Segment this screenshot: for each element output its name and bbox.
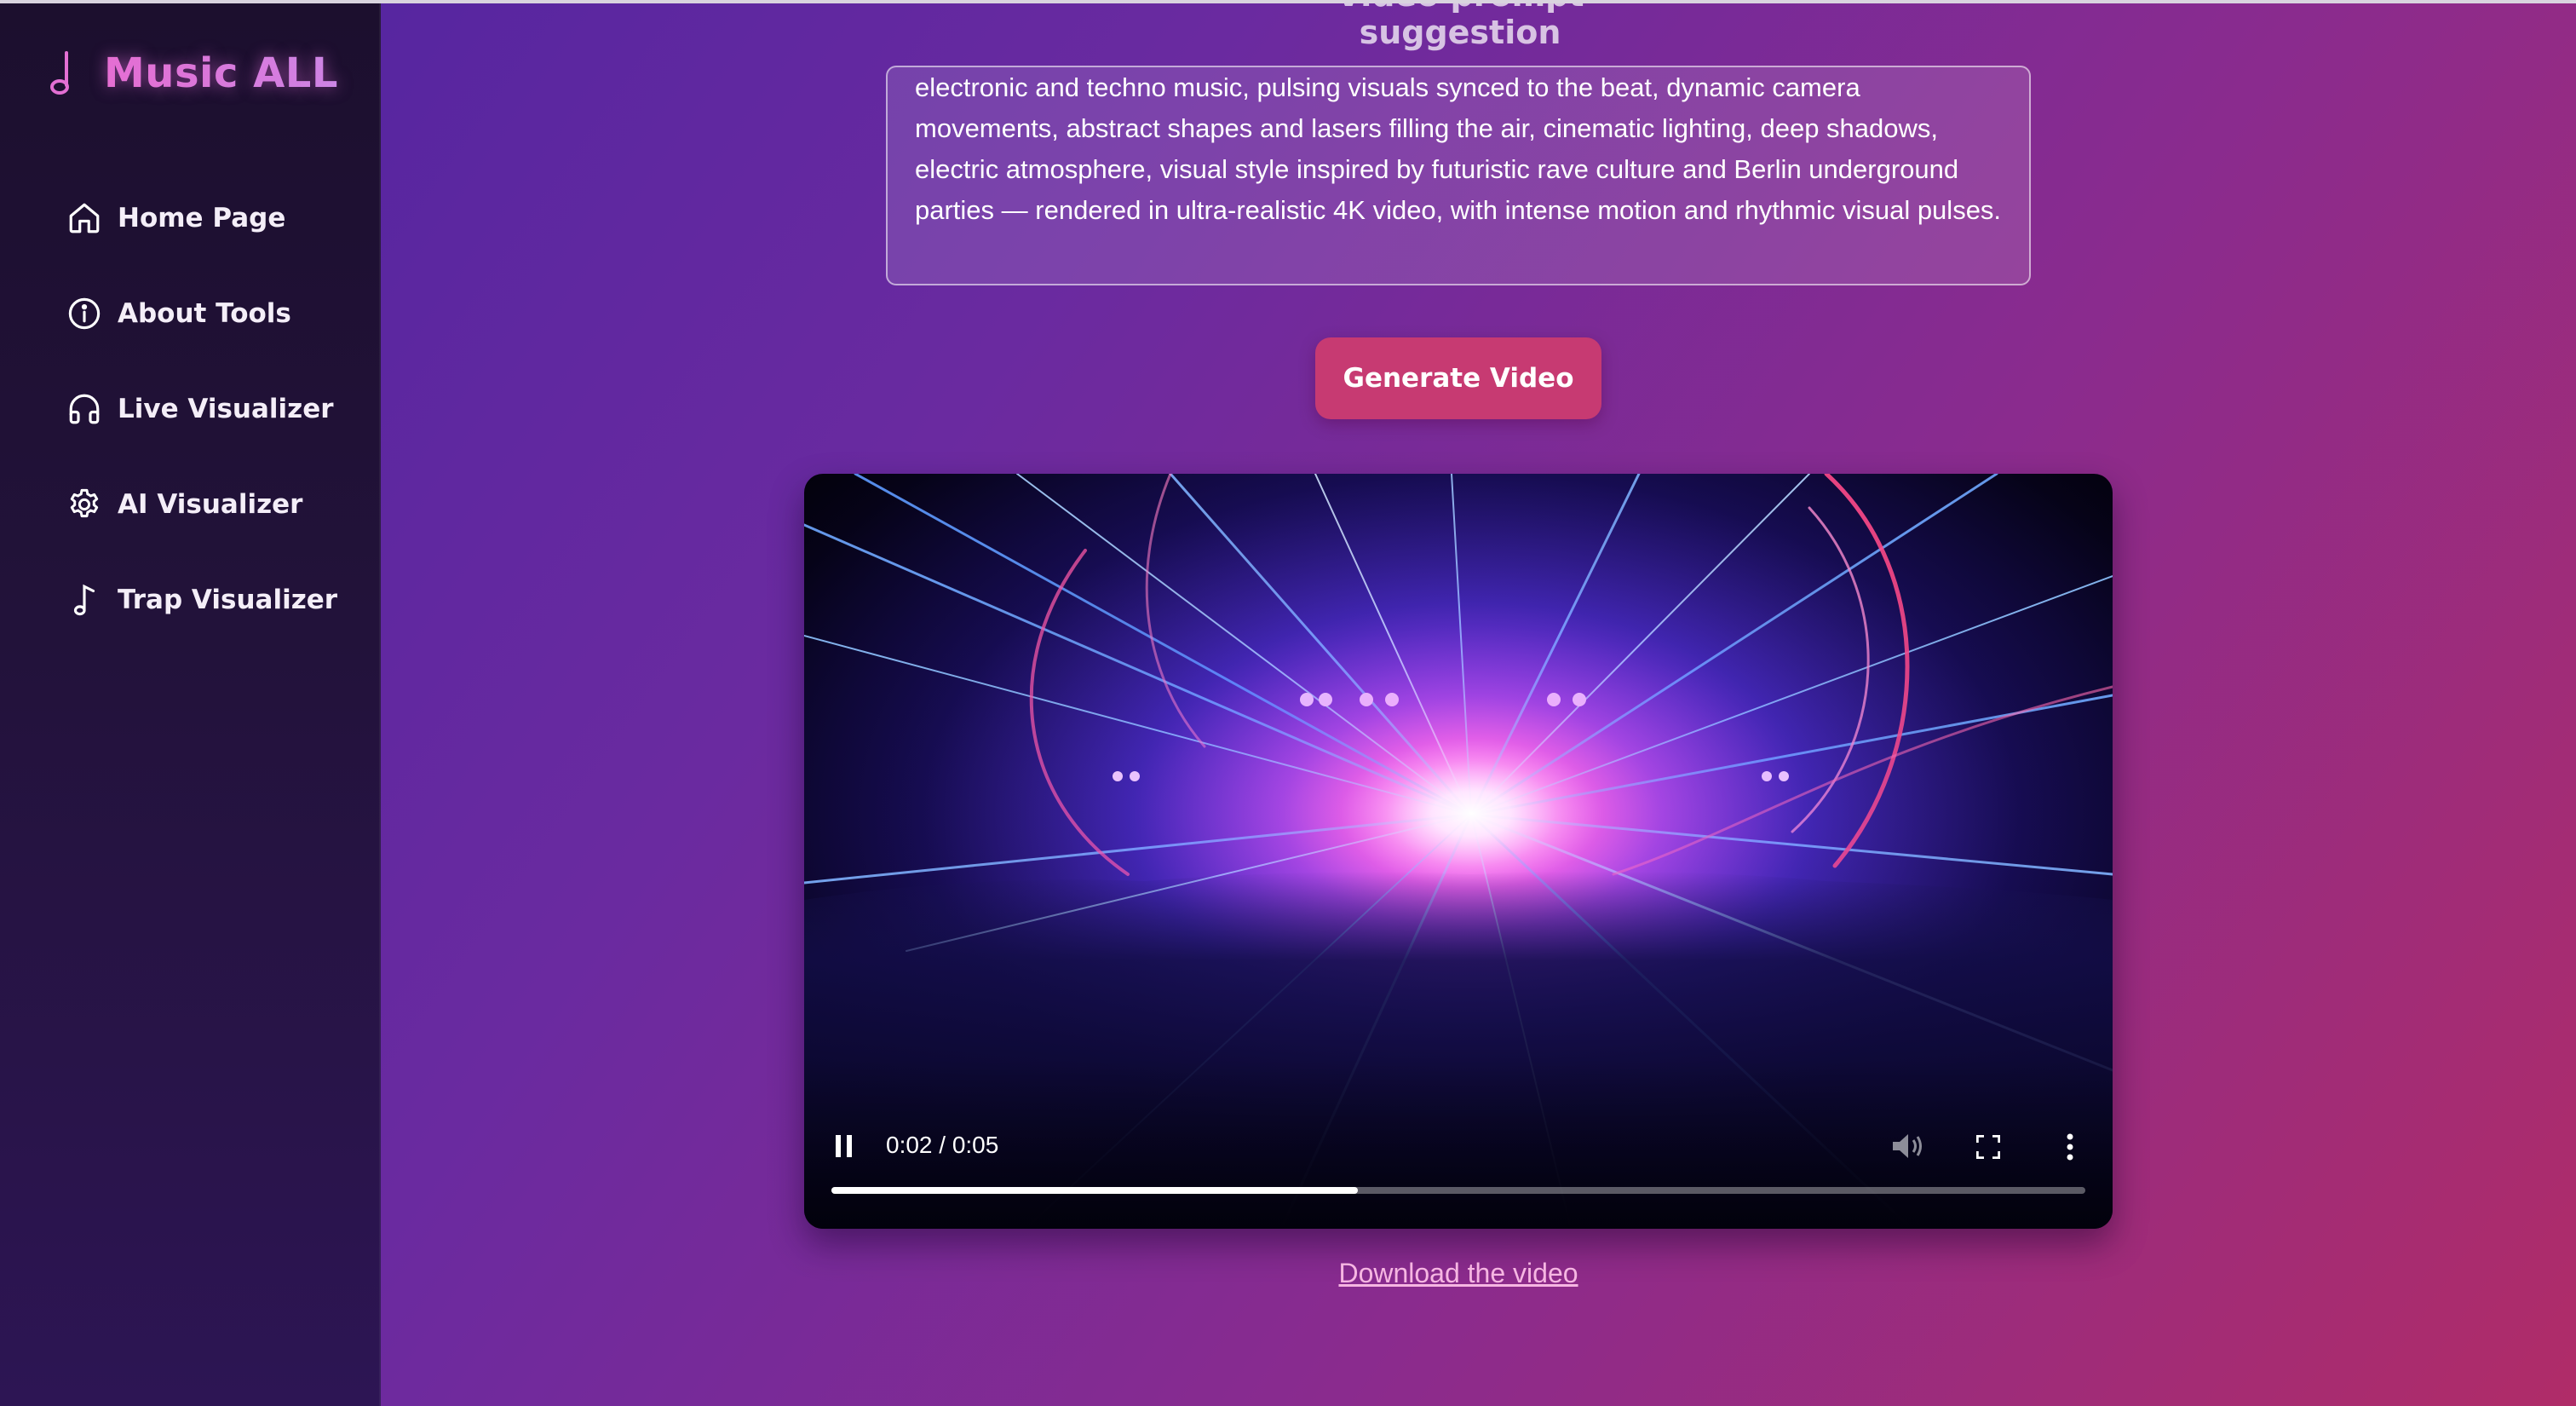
sidebar-item-label: AI Visualizer [118, 489, 303, 520]
gear-icon [70, 488, 99, 518]
pause-icon[interactable] [835, 1135, 854, 1157]
brand[interactable]: Music ALL [48, 46, 338, 101]
sidebar-item-about-tools[interactable]: About Tools [66, 266, 337, 361]
download-video-link[interactable]: Download the video [1256, 1258, 1661, 1289]
section-title: Video prompt suggestion [1336, 0, 1584, 51]
video-player[interactable]: 0:02 / 0:05 [804, 474, 2113, 1229]
sidebar-item-home[interactable]: Home Page [66, 170, 337, 266]
sidebar-item-ai-visualizer[interactable]: AI Visualizer [66, 457, 337, 552]
sidebar-nav: Home Page About Tools Live Visualizer AI… [66, 170, 337, 648]
music-note-icon [50, 51, 69, 95]
headphones-icon [69, 394, 100, 424]
video-progress-bar[interactable] [831, 1187, 2085, 1194]
prompt-text: electronic and techno music, pulsing vis… [915, 72, 2002, 225]
generate-video-button[interactable]: Generate Video [1315, 337, 1601, 419]
sidebar-item-label: Home Page [118, 203, 286, 233]
sidebar: Music ALL Home Page About Tools Live Vis… [0, 0, 381, 1406]
info-icon [68, 297, 101, 330]
sidebar-item-label: Live Visualizer [118, 394, 334, 424]
prompt-textarea[interactable]: electronic and techno music, pulsing vis… [886, 66, 2031, 285]
home-icon [69, 203, 100, 233]
music-note-icon [73, 584, 95, 616]
window-top-edge [0, 0, 2576, 3]
video-time: 0:02 / 0:05 [886, 1132, 999, 1158]
more-options-icon[interactable] [2065, 1133, 2075, 1161]
mute-icon[interactable] [1891, 1132, 1925, 1161]
sidebar-item-trap-visualizer[interactable]: Trap Visualizer [66, 552, 337, 648]
sidebar-item-live-visualizer[interactable]: Live Visualizer [66, 361, 337, 457]
sidebar-item-label: Trap Visualizer [118, 585, 338, 615]
brand-title: Music ALL [104, 49, 338, 97]
fullscreen-icon[interactable] [1976, 1135, 2000, 1159]
sidebar-item-label: About Tools [118, 298, 291, 329]
video-progress-fill [831, 1187, 1359, 1194]
